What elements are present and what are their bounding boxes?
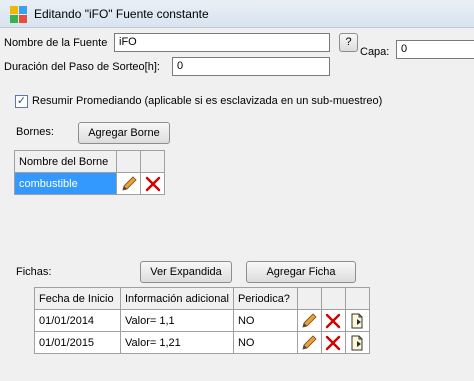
edit-ficha-button[interactable] (296, 331, 322, 354)
fichas-header-row: Fecha de Inicio Información adicional Pe… (34, 287, 370, 310)
col-periodica: Periodica? (232, 287, 298, 310)
title-bar: Editando "iFO" Fuente constante (0, 0, 474, 28)
help-button[interactable]: ? (339, 33, 358, 52)
borne-name-cell[interactable]: combustible (14, 172, 117, 195)
info-cell: Valor= 1,1 (120, 309, 234, 332)
resumir-checkbox[interactable]: ✓ (15, 95, 28, 108)
bornes-label: Bornes: (16, 126, 54, 138)
fichas-table: Fecha de Inicio Información adicional Pe… (34, 287, 370, 354)
view-ficha-button[interactable] (344, 309, 370, 332)
col-fecha: Fecha de Inicio (34, 287, 121, 310)
pencil-icon (121, 175, 137, 191)
periodica-cell: NO (232, 309, 298, 332)
info-cell: Valor= 1,21 (120, 331, 234, 354)
fichas-label: Fichas: (16, 266, 52, 278)
capa-input[interactable]: 0 (396, 40, 474, 59)
add-borne-button[interactable]: Agregar Borne (78, 122, 170, 144)
nombre-input[interactable]: iFO (114, 33, 330, 52)
fecha-cell: 01/01/2015 (34, 331, 121, 354)
edit-borne-button[interactable] (116, 172, 141, 195)
duracion-input[interactable]: 0 (172, 57, 330, 76)
app-grid-icon (10, 6, 28, 24)
pencil-icon (302, 312, 318, 328)
red-x-icon (326, 313, 341, 328)
duracion-label: Duración del Paso de Sorteo[h]: (4, 61, 160, 73)
document-icon (351, 313, 363, 328)
delete-borne-button[interactable] (140, 172, 165, 195)
fecha-cell: 01/01/2014 (34, 309, 121, 332)
bornes-header-nombre: Nombre del Borne (14, 150, 117, 173)
bornes-header-row: Nombre del Borne (14, 150, 165, 173)
capa-label: Capa: (360, 46, 390, 58)
edit-ficha-button[interactable] (296, 309, 322, 332)
view-ficha-button[interactable] (344, 331, 370, 354)
bornes-table: Nombre del Borne combustible (14, 150, 165, 195)
pencil-icon (302, 334, 318, 350)
delete-ficha-button[interactable] (320, 309, 346, 332)
document-icon (351, 335, 363, 350)
table-row[interactable]: 01/01/2015 Valor= 1,21 NO (34, 331, 370, 354)
table-row[interactable]: 01/01/2014 Valor= 1,1 NO (34, 309, 370, 332)
ver-expandida-button[interactable]: Ver Expandida (140, 261, 232, 283)
window-title: Editando "iFO" Fuente constante (34, 7, 209, 21)
add-ficha-button[interactable]: Agregar Ficha (246, 261, 356, 283)
table-row[interactable]: combustible (14, 172, 165, 195)
red-x-icon (145, 176, 160, 191)
periodica-cell: NO (232, 331, 298, 354)
delete-ficha-button[interactable] (320, 331, 346, 354)
nombre-label: Nombre de la Fuente (4, 37, 108, 49)
resumir-label: Resumir Promediando (aplicable si es esc… (32, 95, 383, 107)
col-info: Información adicional (120, 287, 234, 310)
red-x-icon (326, 335, 341, 350)
